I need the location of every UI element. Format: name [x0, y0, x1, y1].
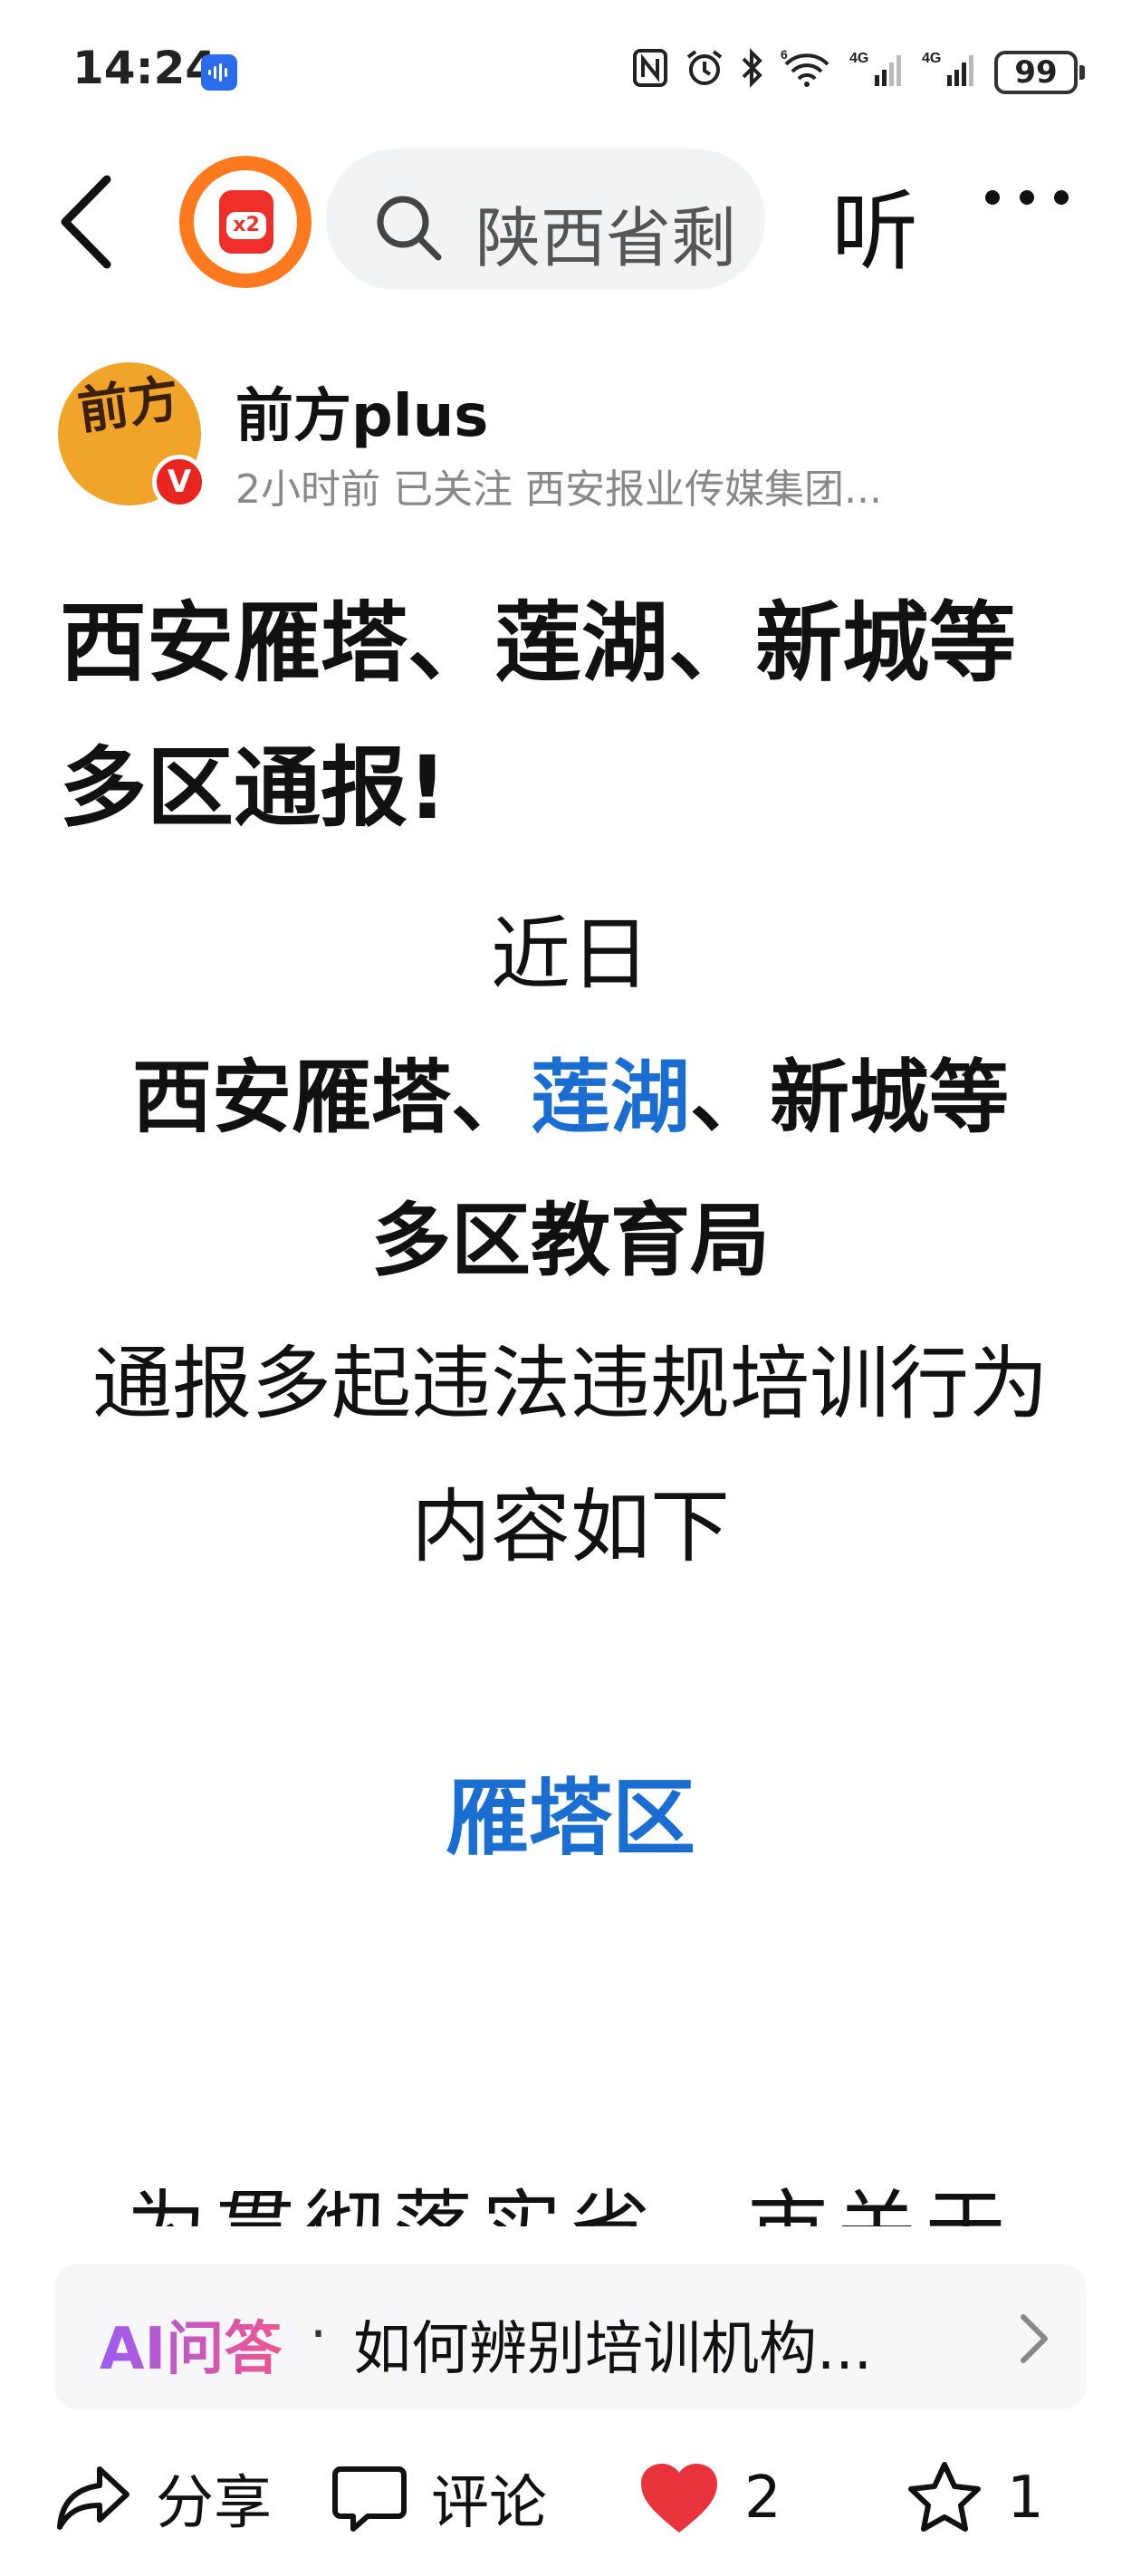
top-nav: x2 陕西省剩 听: [0, 145, 1141, 290]
share-button[interactable]: 分享: [56, 2453, 272, 2543]
chevron-left-icon: [61, 175, 111, 269]
article-line: 通报多起违法违规培训行为: [91, 1337, 1049, 1430]
listen-button[interactable]: 听: [831, 161, 918, 287]
search-query-text: 陕西省剩: [475, 200, 737, 276]
share-icon: [57, 2466, 129, 2530]
chevron-right-icon: [1021, 2314, 1048, 2363]
comment-label: 评论: [431, 2470, 547, 2537]
more-button[interactable]: [985, 190, 1087, 226]
article-line-bold: 西安雁塔、莲湖、新城等: [54, 1026, 1087, 1169]
section-heading: 雁塔区: [445, 1770, 695, 1867]
text-span: 、新城等: [690, 1051, 1010, 1144]
avatar-logo-text: 前方: [73, 368, 184, 442]
verified-badge-icon: V: [152, 455, 206, 509]
author-header: 前方 V 前方plus 2小时前 已关注 西安报业传媒集团...: [58, 362, 1081, 516]
svg-text:6: 6: [781, 48, 788, 62]
status-time: 14:24: [72, 42, 217, 94]
article-title: 西安雁塔、莲湖、新城等多区通报!: [60, 592, 1016, 839]
bottom-action-bar: 分享 评论 2 1: [0, 2427, 1141, 2576]
favorite-button[interactable]: 1: [906, 2453, 1044, 2543]
highlight-span: 莲湖: [530, 1051, 690, 1144]
svg-text:4G: 4G: [922, 51, 941, 66]
article-line: 内容如下: [410, 1480, 730, 1573]
article-line-bold: 多区教育局: [370, 1194, 770, 1287]
text-span: 西安雁塔、: [131, 1051, 531, 1144]
nfc-icon: [632, 48, 668, 97]
article-body: 近日 西安雁塔、莲湖、新城等 多区教育局 通报多起违法违规培训行为 内容如下 雁…: [54, 883, 1087, 1974]
ai-qa-bar[interactable]: AI问答 · 如何辨别培训机构...: [54, 2264, 1087, 2409]
signal-icon-sim1: 4G: [849, 48, 906, 97]
status-bar: 14:24 6 4G 4G 99: [0, 0, 1141, 136]
heart-icon: [641, 2464, 717, 2533]
star-icon: [908, 2462, 981, 2532]
recording-icon: [201, 54, 237, 91]
like-button[interactable]: 2: [638, 2453, 781, 2543]
svg-text:4G: 4G: [849, 51, 868, 66]
author-name[interactable]: 前方plus: [235, 370, 488, 453]
more-dot-icon: [985, 190, 1000, 205]
search-icon: [377, 196, 442, 261]
article-line: 近日: [490, 908, 650, 1001]
bluetooth-icon: [741, 48, 764, 97]
battery-indicator: 99: [994, 51, 1085, 94]
red-packet-button[interactable]: x2: [179, 156, 312, 288]
article-partial-line: 为贯彻落实省、市关于: [54, 2156, 1087, 2226]
ai-qa-question: 如何辨别培训机构...: [353, 2316, 873, 2383]
share-label: 分享: [156, 2470, 272, 2537]
author-meta: 2小时前 已关注 西安报业传媒集团...: [235, 466, 882, 513]
search-input[interactable]: 陕西省剩: [326, 149, 765, 290]
like-count: 2: [744, 2465, 781, 2532]
comment-icon: [332, 2466, 407, 2532]
comment-button[interactable]: 评论: [331, 2453, 547, 2543]
ai-qa-label: AI问答: [100, 2302, 282, 2386]
favorite-count: 1: [1007, 2465, 1044, 2532]
signal-icon-sim2: 4G: [922, 48, 978, 97]
separator-dot: ·: [310, 2302, 328, 2366]
alarm-icon: [685, 48, 724, 97]
article-line: 为贯彻落实省、市关于: [54, 2156, 1087, 2226]
wifi-icon: 6: [781, 47, 833, 97]
red-packet-badge: x2: [226, 212, 266, 239]
back-button[interactable]: [54, 172, 136, 272]
